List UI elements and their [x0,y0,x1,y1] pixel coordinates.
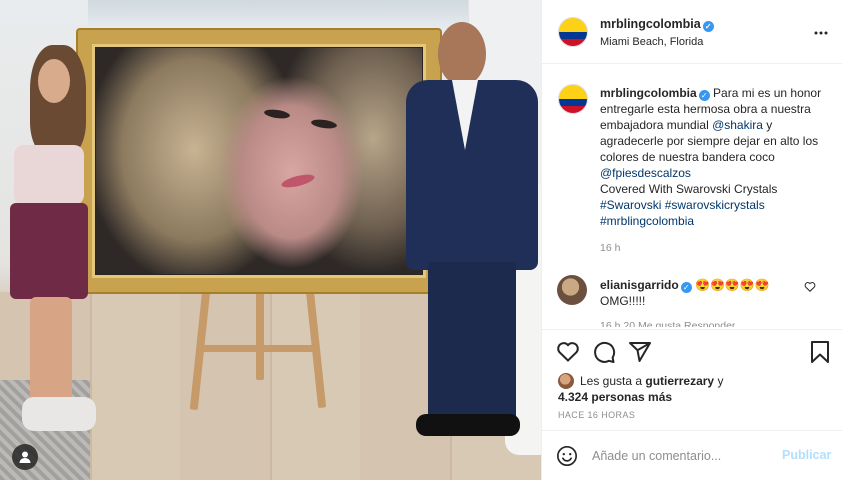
post-actions: Les gusta a gutierrezary y 4.324 persona… [542,329,842,439]
post-photo[interactable] [0,0,541,480]
comment-emojis: 😍😍😍😍😍 [695,278,770,292]
crystal-portrait [96,48,422,274]
tagged-users-button[interactable] [12,444,38,470]
comment-input[interactable] [592,446,772,466]
commenter-avatar[interactable] [557,275,587,305]
likes-join: y [717,374,724,388]
portrait-eye-right [310,118,338,130]
man-head [438,22,486,86]
woman-skirt [10,203,88,299]
likes-summary: Les gusta a gutierrezary y 4.324 persona… [558,373,723,405]
portrait-lips [280,172,316,190]
comment-like-icon[interactable] [804,281,816,295]
user-icon [19,451,31,463]
woman-legs [30,297,72,407]
easel-leg-center [256,290,264,380]
comment-text: OMG!!!!! [600,294,646,308]
hashtag-mrblingcolombia[interactable]: #mrblingcolombia [600,214,694,228]
caption-text-3: Covered With Swarovski Crystals [600,182,778,196]
man-trousers [428,262,516,422]
author-avatar[interactable] [558,17,588,47]
hashtag-swarovskicrystals[interactable]: #swarovskicrystals [665,198,765,212]
author-username[interactable]: mrblingcolombia [600,17,701,31]
easel-crossbar [200,345,318,352]
caption-timestamp: 16 h [600,242,621,254]
mention-fpiesdescalzos[interactable]: @fpiesdescalzos [600,166,691,180]
mention-shakira[interactable]: @shakira [712,118,763,132]
add-comment-bar: Publicar [542,430,842,480]
commenter-username[interactable]: elianisgarrido [600,278,679,292]
caption-author-avatar[interactable] [558,84,588,114]
comment-item: elianisgarrido ✓ 😍😍😍😍😍 OMG!!!!! [600,277,810,309]
woman-figure [8,45,98,445]
hashtag-swarovski[interactable]: #Swarovski [600,198,661,212]
portrait-eye-left [263,108,291,120]
author-username-row: mrblingcolombia ✓ [600,17,714,32]
man-figure [402,22,538,452]
gold-frame [78,30,440,292]
post-date[interactable]: HACE 16 HORAS [558,410,635,420]
share-icon[interactable] [628,340,652,364]
woman-face [38,59,70,103]
caption-username[interactable]: mrblingcolombia [600,86,697,100]
liker-username[interactable]: gutierrezary [645,374,714,388]
comment-meta: 16 h 20 Me gusta Responder [600,320,736,327]
verified-badge-icon: ✓ [698,90,710,101]
like-icon[interactable] [556,340,580,364]
likes-prefix: Les gusta a [580,374,643,388]
woman-top [14,145,84,205]
emoji-icon[interactable] [556,445,578,467]
post-sidebar: mrblingcolombia ✓ Miami Beach, Florida mr… [541,0,842,480]
more-options-icon[interactable] [814,22,828,40]
woman-shoes [22,397,96,431]
publish-comment-button[interactable]: Publicar [782,448,831,462]
likes-count[interactable]: 4.324 personas más [558,390,672,404]
post-caption: mrblingcolombia ✓ Para mi es un honor ent… [600,85,828,229]
post-location[interactable]: Miami Beach, Florida [600,36,703,48]
save-bookmark-icon[interactable] [808,340,832,364]
verified-badge-icon: ✓ [680,282,692,293]
verified-badge-icon: ✓ [702,21,714,32]
post-header: mrblingcolombia ✓ Miami Beach, Florida [542,0,842,64]
comment-icon[interactable] [592,340,616,364]
liker-avatar[interactable] [558,373,574,389]
man-shoes [416,414,520,436]
